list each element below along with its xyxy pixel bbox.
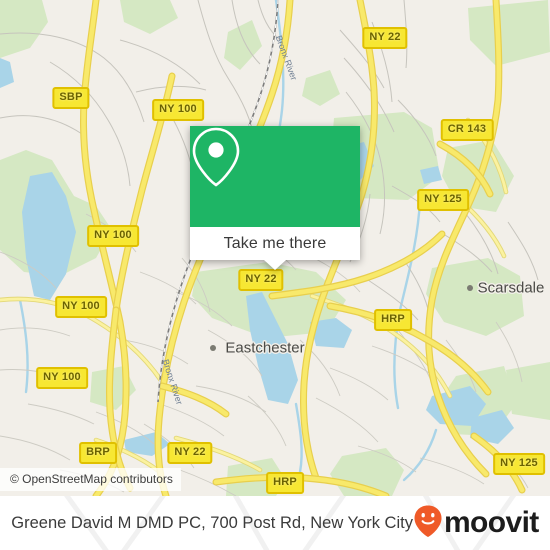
route-shield-hrp[interactable]: HRP (266, 472, 304, 494)
popup-action-area[interactable]: Take me there (190, 227, 360, 260)
moovit-map-page: .park { fill:#d5e8c3; } .water { fill:#a… (0, 0, 550, 550)
footer-bar: Greene David M DMD PC, 700 Post Rd, New … (0, 496, 550, 550)
location-popup-card[interactable]: Take me there (190, 126, 360, 270)
popup-pointer-tip (264, 260, 286, 270)
map-canvas[interactable]: .park { fill:#d5e8c3; } .water { fill:#a… (0, 0, 550, 496)
route-shield-ny-22[interactable]: NY 22 (167, 442, 213, 464)
take-me-there-label: Take me there (223, 234, 327, 252)
route-shield-ny-100[interactable]: NY 100 (36, 367, 88, 389)
place-title: Greene David M DMD PC, 700 Post Rd, New … (11, 513, 413, 532)
place-label-scarsdale: Scarsdale (477, 279, 545, 297)
route-shield-hrp[interactable]: HRP (374, 309, 412, 331)
route-shield-sbp[interactable]: SBP (52, 87, 90, 109)
moovit-brand[interactable]: moovit (413, 504, 539, 543)
place-label-eastchester: Eastchester (225, 339, 305, 357)
place-dot (210, 345, 216, 351)
route-shield-ny-100[interactable]: NY 100 (55, 296, 107, 318)
route-shield-ny-125[interactable]: NY 125 (417, 189, 469, 211)
osm-attribution[interactable]: © OpenStreetMap contributors (0, 468, 181, 491)
footer-content: Greene David M DMD PC, 700 Post Rd, New … (0, 504, 550, 543)
route-shield-ny-125[interactable]: NY 125 (493, 453, 545, 475)
moovit-wordmark: moovit (443, 506, 539, 539)
route-shield-ny-100[interactable]: NY 100 (152, 99, 204, 121)
route-shield-ny-22[interactable]: NY 22 (238, 269, 284, 291)
route-shield-ny-100[interactable]: NY 100 (87, 225, 139, 247)
popup-pin-area (190, 126, 360, 227)
route-shield-ny-22[interactable]: NY 22 (362, 27, 408, 49)
route-shield-cr-143[interactable]: CR 143 (440, 119, 494, 141)
route-shield-brp[interactable]: BRP (79, 442, 117, 464)
moovit-smiley-pin-icon (413, 504, 443, 543)
place-dot (467, 285, 473, 291)
